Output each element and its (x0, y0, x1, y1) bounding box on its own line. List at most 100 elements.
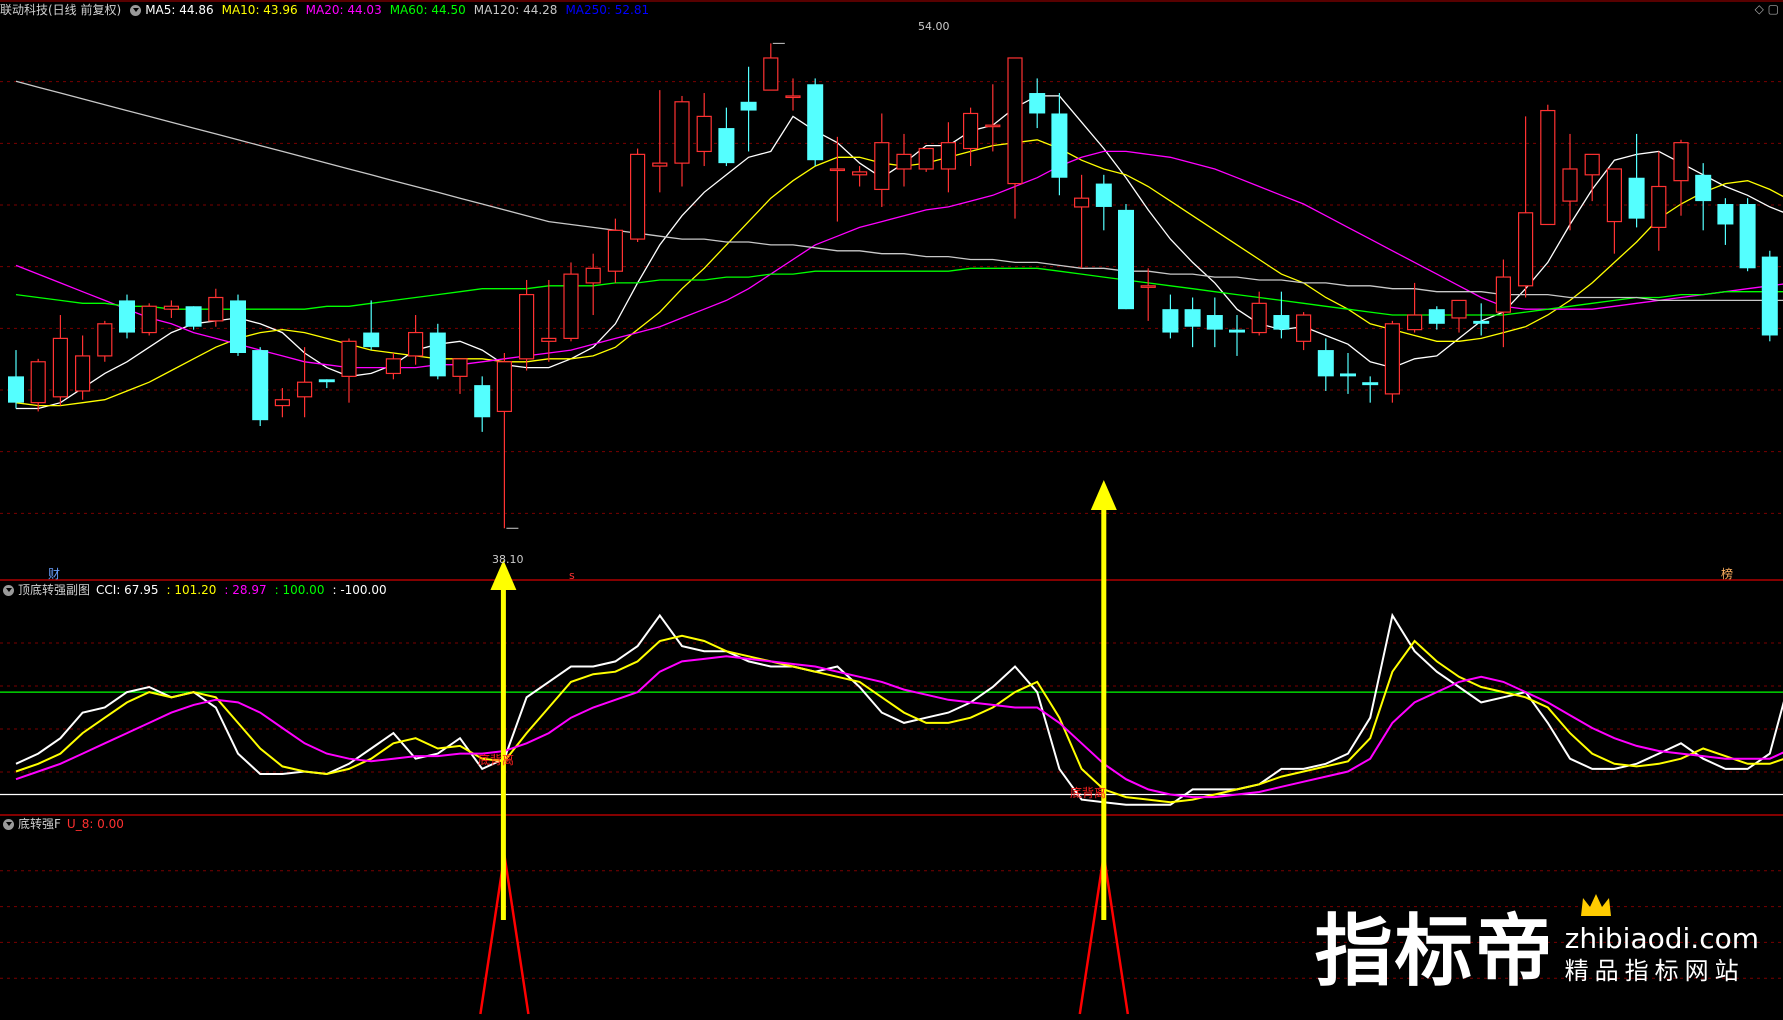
candle (1273, 291, 1290, 339)
candle-body (163, 305, 179, 310)
candle (985, 84, 1001, 152)
candle-body (962, 112, 979, 150)
candle-body (1029, 93, 1046, 114)
candle (1628, 133, 1645, 228)
candle (1140, 268, 1156, 321)
oscillator-legend-item-1: : 101.20 (166, 583, 217, 597)
ma-legend-item-3: MA60: 44.50 (389, 3, 466, 17)
signal-layer (479, 854, 1130, 1015)
candle (1340, 353, 1356, 394)
signal-legend-item-0: U_8: 0.00 (66, 817, 124, 831)
candle-body (585, 267, 601, 284)
candle (1739, 198, 1756, 272)
candle (918, 147, 934, 172)
candle-body (1673, 142, 1689, 182)
candle (341, 338, 357, 403)
candle (474, 376, 491, 432)
candle-body (1695, 174, 1712, 202)
candle-body (496, 361, 512, 413)
candle (652, 90, 668, 193)
marker-bang: 榜 (1721, 566, 1733, 581)
candle-body (1540, 109, 1556, 226)
oscillator-legend-item-3: : 100.00 (274, 583, 325, 597)
candle (1162, 294, 1179, 339)
candle (141, 303, 157, 336)
candle (1761, 250, 1778, 342)
candle-body (629, 153, 646, 240)
candle (518, 279, 535, 371)
candle-body (8, 376, 24, 403)
candle (1051, 93, 1068, 196)
candle (252, 347, 269, 427)
candle-body (1340, 373, 1356, 377)
main-chart-header: 联动科技(日线 前复权) MA5: 44.86 MA10: 43.96 MA20: … (0, 1, 665, 19)
candle (607, 218, 624, 283)
candle-body (1140, 285, 1156, 288)
candle (1540, 104, 1556, 226)
candle (851, 166, 868, 187)
watermark-logo-text: 指标帝 (1314, 907, 1555, 997)
candle (1384, 320, 1401, 403)
candle (185, 306, 202, 330)
candle (696, 93, 712, 167)
marker-s: s (569, 569, 575, 582)
dropdown-icon[interactable] (3, 818, 14, 830)
candle-body (318, 379, 335, 383)
dropdown-icon[interactable] (3, 584, 14, 596)
candle-body (718, 128, 735, 164)
candle-body (851, 171, 868, 176)
candle-body (1739, 204, 1756, 269)
candle-body (452, 358, 468, 377)
candle-body (74, 355, 91, 392)
candle (408, 315, 424, 365)
oscillator-legend-item-2: : 28.97 (224, 583, 267, 597)
candle-body (474, 385, 491, 418)
candle-body (1451, 299, 1467, 319)
candle (1095, 174, 1112, 231)
dropdown-icon[interactable] (130, 4, 142, 16)
candle-body (1517, 212, 1534, 287)
candle (297, 347, 313, 418)
window-buttons[interactable]: ◇ ▢ (1755, 2, 1779, 16)
candle (763, 43, 779, 91)
candle (1473, 303, 1490, 336)
candle (385, 353, 401, 380)
candle (274, 388, 290, 418)
candle-body (518, 293, 535, 360)
oscillator-line-ma2 (15, 655, 1783, 799)
candle-body (740, 101, 757, 111)
ma-line-ma120 (15, 80, 1783, 302)
watermark: 指标帝 zhibiaodi.com 精品指标网站 (1315, 912, 1759, 992)
candle-body (652, 162, 668, 167)
chart-stage: 54.00 38.10 财 s 榜 底背离 底背离 联动科技(日线 前复权) M… (0, 0, 1783, 1016)
candle (1029, 78, 1046, 129)
candle-body (429, 332, 446, 377)
candle-body (1606, 168, 1623, 223)
candle (1695, 163, 1712, 231)
candle-body (1007, 57, 1023, 185)
divergence-label-2: 底背离 (1070, 785, 1106, 800)
candle (629, 148, 646, 242)
divergence-label-1: 底背离 (478, 752, 514, 767)
candle-body (97, 323, 113, 357)
candle-body (918, 147, 934, 170)
candle (1317, 338, 1334, 391)
candle (496, 353, 512, 529)
candle (1428, 306, 1445, 330)
candle (1362, 376, 1379, 403)
oscillator-legend-item-4: : -100.00 (332, 583, 387, 597)
annotation-layer: 54.00 38.10 财 s 榜 底背离 底背离 (48, 20, 1733, 800)
ma-legend-item-2: MA20: 44.03 (305, 3, 382, 17)
candle-body (1251, 302, 1267, 334)
candle-body (385, 358, 401, 375)
marker-cai: 财 (48, 567, 60, 581)
watermark-url: zhibiaodi.com (1564, 922, 1759, 955)
candle-body (208, 296, 224, 322)
candle-body (1184, 309, 1201, 327)
candle (1007, 57, 1023, 219)
candle-body (119, 300, 135, 333)
oscillator-title: 顶底转强副图 (18, 583, 91, 597)
candle-body (1628, 177, 1645, 219)
candle-body (763, 57, 779, 91)
signal-arrow-head (1090, 480, 1117, 510)
